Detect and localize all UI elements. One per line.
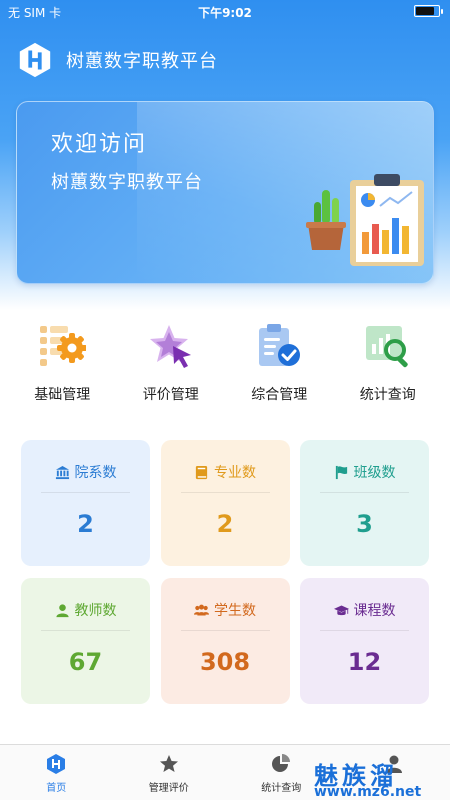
battery-fill [416, 7, 434, 15]
stat-header: 学生数 [161, 600, 290, 620]
watermark: 魅族溜 www.mz6.net [312, 756, 450, 800]
tab-label: 首页 [46, 783, 67, 794]
tab-management-evaluation[interactable]: 管理评价 [113, 745, 226, 800]
home-logo-icon [47, 754, 66, 774]
book-icon [195, 465, 208, 479]
tab-home[interactable]: 首页 [0, 745, 113, 800]
nav-label: 统计查询 [359, 387, 416, 403]
stat-header: 教师数 [21, 600, 150, 620]
stat-header: 专业数 [161, 462, 290, 482]
gear-list-icon [40, 326, 87, 366]
stat-label: 专业数 [214, 465, 256, 481]
stat-divider [320, 630, 409, 631]
stat-header: 课程数 [300, 600, 429, 620]
stat-card-courses[interactable]: 课程数 12 [300, 578, 429, 704]
stat-header: 院系数 [21, 462, 150, 482]
building-icon [55, 465, 69, 479]
stat-card-teachers[interactable]: 教师数 67 [21, 578, 150, 704]
tab-label: 管理评价 [148, 783, 189, 794]
watermark-url: www.mz6.net [314, 784, 422, 800]
stat-header: 班级数 [300, 462, 429, 482]
stat-divider [41, 630, 130, 631]
app-header: 树蕙数字职教平台 [16, 40, 218, 80]
stat-label: 教师数 [74, 603, 117, 619]
stat-card-departments[interactable]: 院系数 2 [21, 440, 150, 566]
nav-statistics-query[interactable]: 统计查询 [334, 322, 443, 404]
stat-value: 308 [199, 648, 251, 676]
clipboard-check-icon [259, 324, 301, 366]
banner-title: 欢迎访问 [51, 132, 148, 157]
stat-divider [41, 492, 130, 493]
clipboard-chart-plant-illustration [306, 174, 424, 266]
stat-card-students[interactable]: 学生数 308 [160, 578, 290, 704]
stat-value: 3 [356, 510, 373, 538]
nav-label: 评价管理 [142, 387, 199, 403]
stat-value: 2 [77, 510, 94, 538]
stat-divider [180, 492, 270, 493]
app-title: 树蕙数字职教平台 [66, 51, 218, 72]
stat-label: 院系数 [74, 465, 117, 481]
stat-label: 班级数 [353, 465, 396, 481]
app-logo-icon [19, 42, 51, 78]
pie-chart-icon [272, 754, 291, 772]
status-bar: 无 SIM 卡 下午9:02 [0, 0, 450, 22]
graduation-cap-icon [333, 605, 349, 615]
stat-card-classes[interactable]: 班级数 3 [300, 440, 429, 566]
user-icon [55, 603, 69, 617]
banner-subtitle: 树蕙数字职教平台 [51, 172, 203, 193]
quick-nav: 基础管理 评价管理 综合管理 统计查询 [8, 322, 442, 404]
battery-icon [414, 5, 443, 17]
stat-divider [180, 630, 270, 631]
stat-value: 67 [68, 648, 103, 676]
nav-basic-management[interactable]: 基础管理 [8, 322, 117, 404]
flag-icon [335, 465, 347, 479]
chart-search-icon [365, 326, 408, 368]
nav-label: 综合管理 [251, 387, 308, 403]
stat-value: 2 [216, 510, 234, 538]
status-time: 下午9:02 [198, 6, 252, 20]
stat-label: 课程数 [353, 603, 396, 619]
stat-divider [320, 492, 409, 493]
nav-label: 基础管理 [34, 387, 91, 403]
welcome-banner[interactable]: 欢迎访问 树蕙数字职教平台 [16, 101, 434, 284]
stat-card-majors[interactable]: 专业数 2 [160, 440, 290, 566]
star-icon [159, 755, 178, 772]
users-icon [194, 604, 209, 615]
stat-value: 12 [347, 648, 382, 676]
nav-evaluation-management[interactable]: 评价管理 [117, 322, 226, 404]
nav-comprehensive-management[interactable]: 综合管理 [225, 322, 334, 404]
stat-label: 学生数 [214, 603, 256, 619]
star-cursor-icon [149, 325, 191, 368]
